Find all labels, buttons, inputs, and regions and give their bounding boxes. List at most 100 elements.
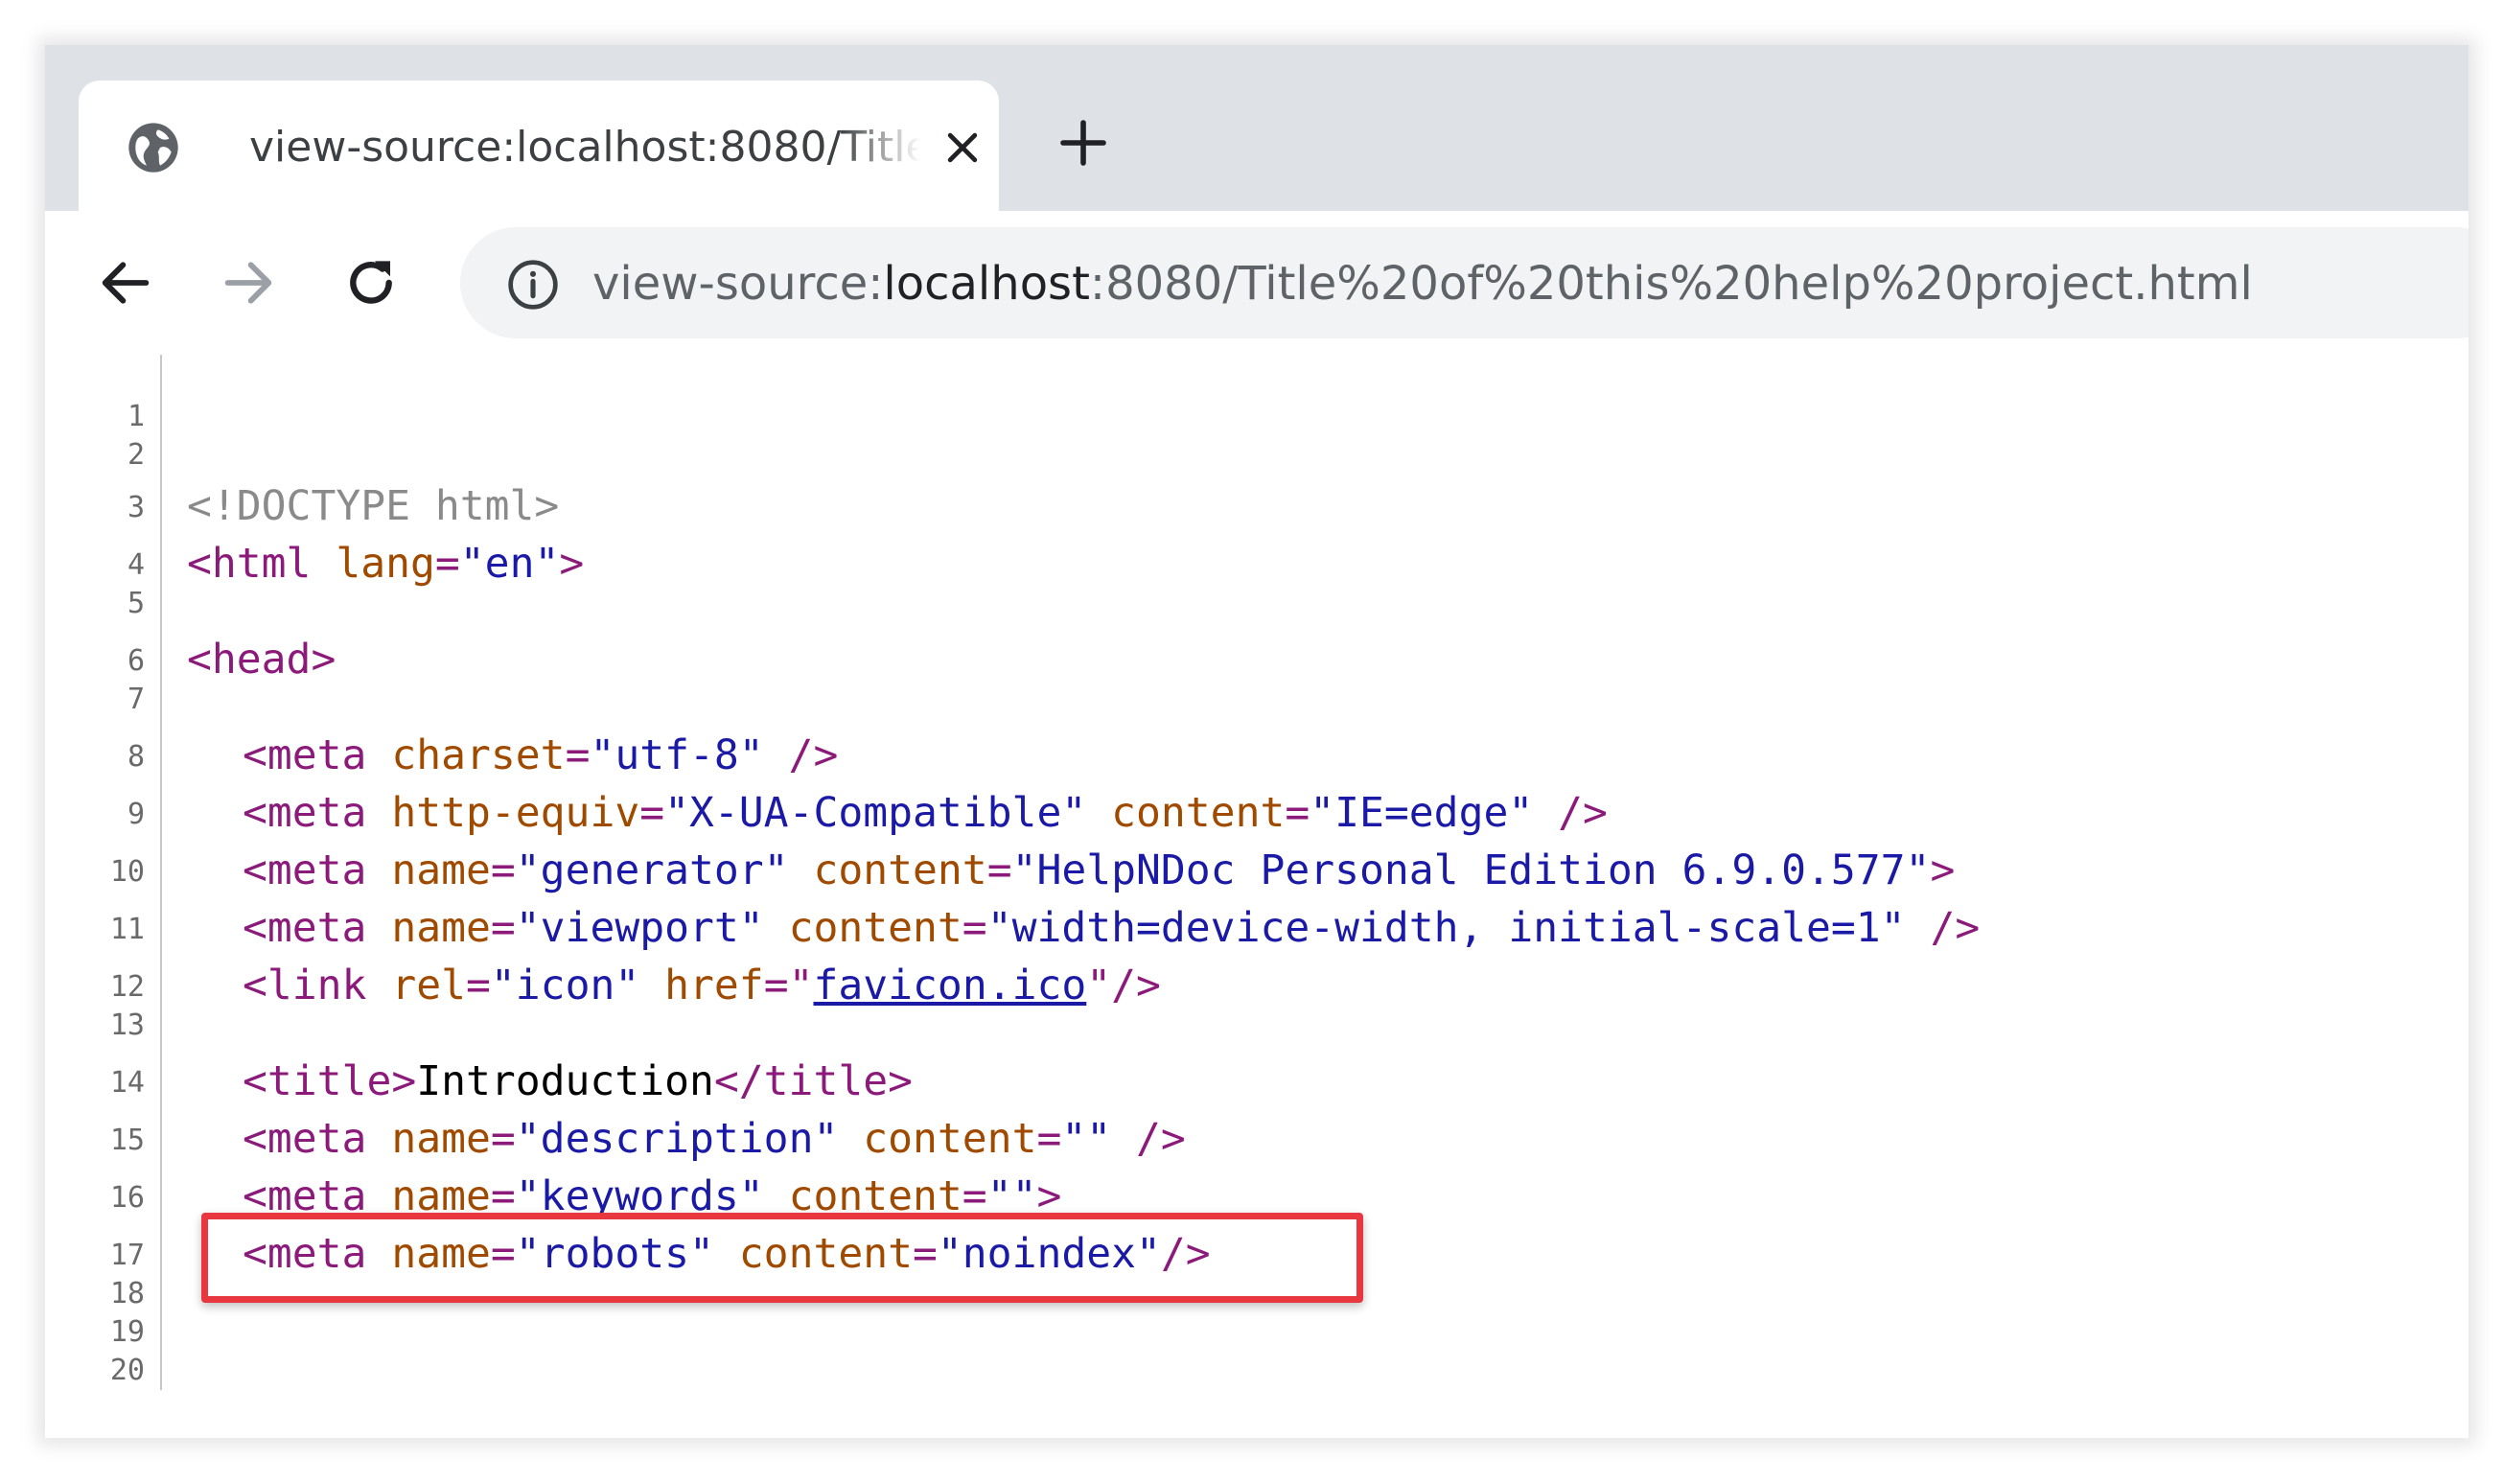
tab-title: view-source:localhost:8080/Title of this… [249, 123, 920, 172]
url-scheme: view-source: [592, 257, 884, 311]
line-number: 2 [127, 438, 145, 472]
line-number: 3 [127, 491, 145, 524]
attr-name: rel [391, 962, 467, 1009]
line-number: 1 [127, 400, 145, 433]
code-line-10: <meta name="generator" content="HelpNDoc… [243, 846, 1955, 895]
attr-value: "" [1061, 1115, 1112, 1163]
attr-value: "utf-8" [590, 731, 764, 779]
code-line-8: <meta charset="utf-8" /> [243, 730, 838, 780]
code-line-12: <link rel="icon" href="favicon.ico"/> [243, 961, 1161, 1010]
attr-name: lang [336, 540, 435, 588]
equals: = [490, 904, 516, 952]
attr-name: content [788, 904, 962, 952]
line-number: 12 [109, 970, 145, 1004]
tag-close: > [559, 540, 585, 588]
plus-icon[interactable] [1056, 116, 1110, 170]
equals: = [434, 540, 460, 588]
line-number: 11 [109, 913, 145, 946]
attr-name: charset [391, 731, 566, 779]
code-line-14: <title>Introduction</title> [243, 1056, 913, 1106]
line-number: 6 [127, 644, 145, 678]
code-line-9: <meta http-equiv="X-UA-Compatible" conte… [243, 788, 1608, 838]
line-number: 16 [109, 1181, 145, 1215]
equals: = [490, 846, 516, 894]
line-number: 20 [109, 1354, 145, 1387]
attr-value: "HelpNDoc Personal Edition 6.9.0.577" [1011, 846, 1931, 894]
attr-value: "viewport" [515, 904, 764, 952]
attr-value: "X-UA-Compatible" [664, 789, 1087, 837]
doctype: <!DOCTYPE html> [187, 482, 560, 530]
tag-close: > [1930, 846, 1956, 894]
line-number: 4 [127, 548, 145, 582]
forward-arrow-icon[interactable] [218, 252, 279, 313]
tag-close: /> [1111, 1115, 1186, 1163]
attr-value: "icon" [490, 962, 640, 1009]
tag-open: <title> [243, 1057, 417, 1105]
back-arrow-icon[interactable] [95, 252, 156, 313]
attr-value: "width=device-width, initial-scale=1" [986, 904, 1906, 952]
equals: = [639, 789, 665, 837]
line-number: 17 [109, 1239, 145, 1272]
tag-close: /> [1111, 962, 1161, 1009]
attr-value: "generator" [515, 846, 789, 894]
attr-name: name [391, 904, 491, 952]
tag-close: /> [763, 731, 839, 779]
tag-head: <head> [187, 636, 336, 684]
tag-open: <meta [243, 789, 367, 837]
line-number: 10 [109, 855, 145, 889]
title-text: Introduction [416, 1057, 714, 1105]
attr-name: content [863, 1115, 1037, 1163]
code-line-4: <html lang="en"> [187, 539, 584, 589]
tab-view-source[interactable]: view-source:localhost:8080/Title of this… [79, 81, 999, 211]
line-number: 5 [127, 587, 145, 620]
attr-name: href [664, 962, 764, 1009]
tag-open: <meta [243, 904, 367, 952]
highlight-box [201, 1213, 1363, 1303]
browser-window: view-source:localhost:8080/Title of this… [45, 45, 2469, 1438]
code-line-15: <meta name="description" content="" /> [243, 1114, 1186, 1164]
code-line-11: <meta name="viewport" content="width=dev… [243, 903, 1980, 953]
equals: = [466, 962, 491, 1009]
tag-close: </title> [713, 1057, 913, 1105]
equals: = [1285, 789, 1310, 837]
equals: = [962, 904, 987, 952]
attr-name: content [1111, 789, 1286, 837]
url-text[interactable]: view-source:localhost:8080/Title%20of%20… [592, 250, 2253, 317]
tag-close: /> [1905, 904, 1981, 952]
attr-name: content [813, 846, 987, 894]
url-host: localhost [883, 257, 1090, 311]
line-number: 7 [127, 683, 145, 716]
line-number: 13 [109, 1009, 145, 1042]
reload-icon[interactable] [340, 252, 402, 313]
line-number: 15 [109, 1124, 145, 1157]
attr-value: "description" [515, 1115, 839, 1163]
info-icon[interactable] [506, 258, 560, 312]
globe-icon [128, 123, 178, 173]
tag-open: <meta [243, 1115, 367, 1163]
line-number: 18 [109, 1277, 145, 1310]
line-number: 9 [127, 798, 145, 831]
favicon-link[interactable]: favicon.ico [813, 962, 1086, 1009]
code-line-6: <head> [187, 635, 336, 684]
tag-close: /> [1533, 789, 1608, 837]
equals: = [565, 731, 591, 779]
tag-open: <link [243, 962, 367, 1009]
attr-name: name [391, 846, 491, 894]
tag-open: <html [187, 540, 312, 588]
tab-strip: view-source:localhost:8080/Title of this… [45, 45, 2469, 211]
close-icon[interactable] [941, 127, 984, 169]
attr-value: "IE=edge" [1310, 789, 1534, 837]
equals: = [1036, 1115, 1062, 1163]
code-line-3: <!DOCTYPE html> [187, 481, 559, 531]
attr-name: http-equiv [391, 789, 640, 837]
tag-open: <meta [243, 731, 367, 779]
line-number: 14 [109, 1066, 145, 1100]
equals: = [490, 1115, 516, 1163]
source-view: 1 2 3 4 5 6 7 8 9 10 11 12 13 14 15 16 1… [45, 355, 2469, 1438]
toolbar: view-source:localhost:8080/Title%20of%20… [45, 211, 2469, 355]
address-bar[interactable]: view-source:localhost:8080/Title%20of%20… [460, 227, 2469, 338]
attr-name: name [391, 1115, 491, 1163]
url-path: :8080/Title%20of%20this%20help%20project… [1089, 257, 2253, 311]
line-number: 8 [127, 740, 145, 774]
equals: =" [763, 962, 814, 1009]
